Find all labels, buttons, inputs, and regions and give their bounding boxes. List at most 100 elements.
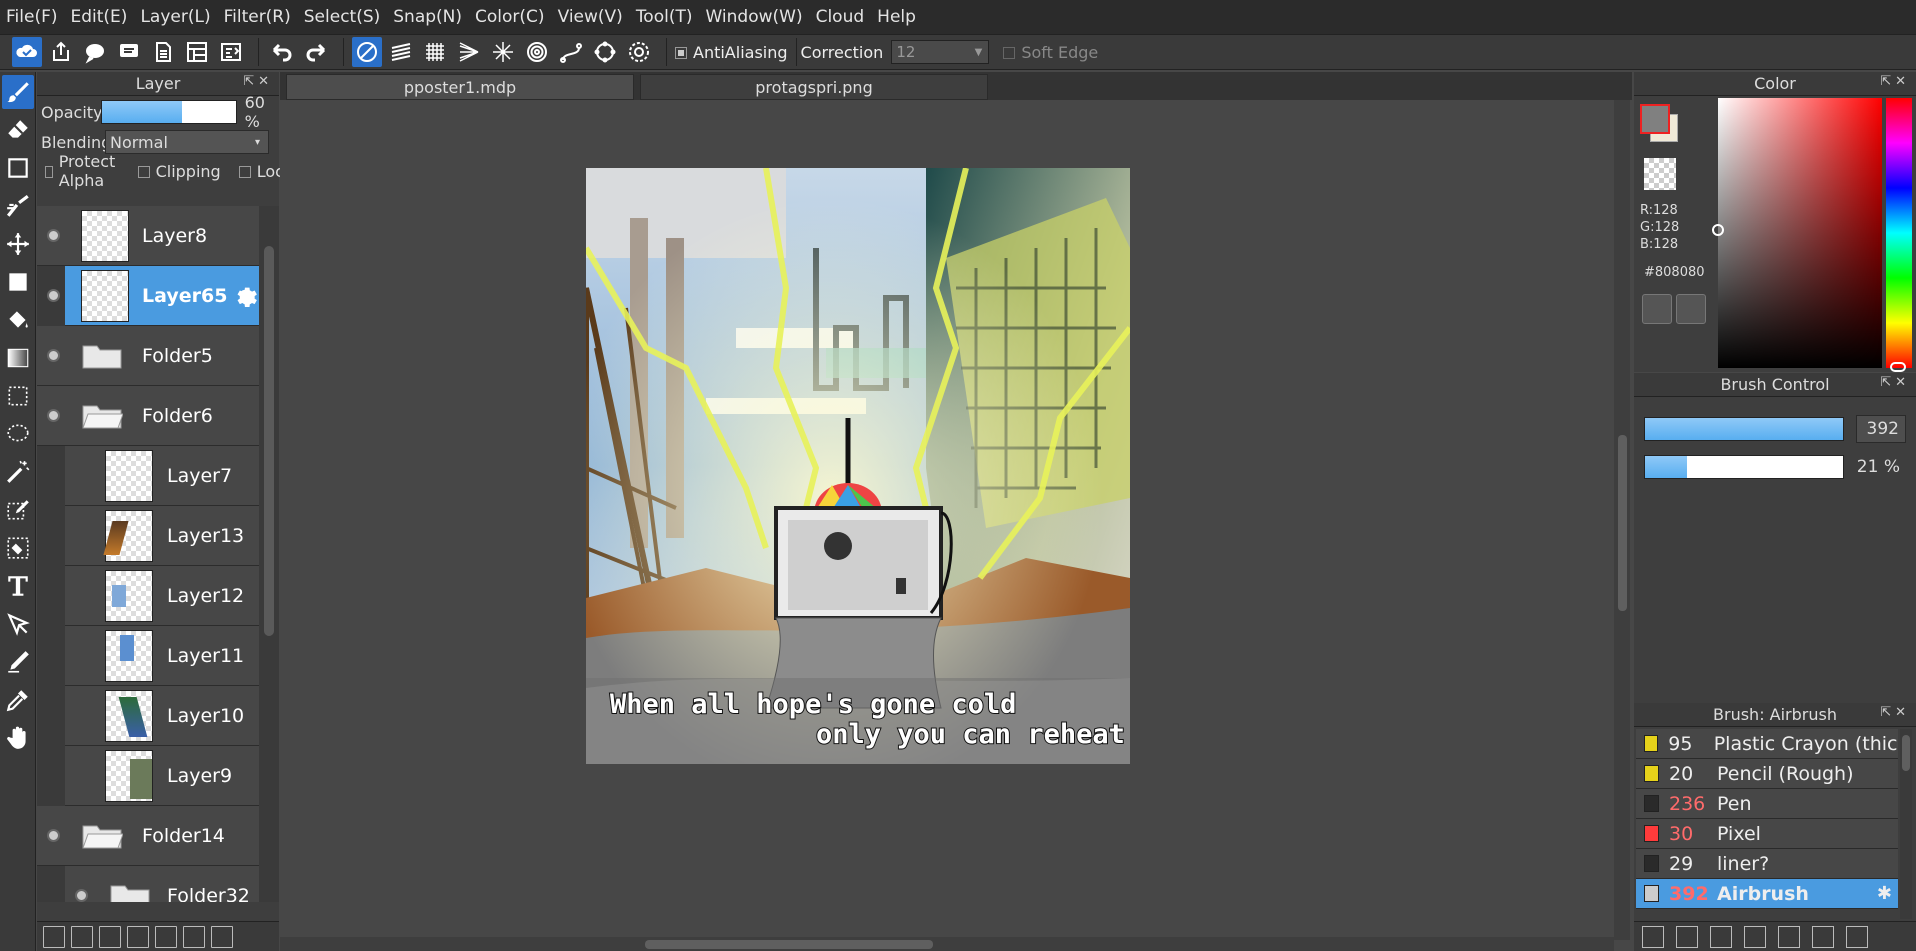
menu-view[interactable]: View(V) bbox=[558, 7, 623, 27]
protect-alpha-checkbox[interactable] bbox=[45, 166, 53, 178]
transparent-color-swatch[interactable] bbox=[1644, 158, 1676, 190]
layer-row[interactable]: Layer7 bbox=[65, 446, 259, 506]
fill-rect-tool-icon[interactable] bbox=[2, 265, 34, 299]
soft-edge-checkbox[interactable] bbox=[1003, 47, 1016, 59]
page-icon[interactable] bbox=[148, 37, 178, 67]
menu-help[interactable]: Help bbox=[877, 7, 916, 27]
menu-tool[interactable]: Tool(T) bbox=[636, 7, 693, 27]
visibility-icon[interactable] bbox=[47, 289, 60, 302]
script-brush-icon[interactable] bbox=[1744, 925, 1766, 948]
gear-icon[interactable]: ✱ bbox=[1877, 883, 1892, 904]
brush-item-selected[interactable]: 392 Airbrush ✱ bbox=[1636, 879, 1898, 909]
snap-off-icon[interactable] bbox=[352, 37, 382, 67]
operation-tool-icon[interactable] bbox=[2, 607, 34, 641]
tab-protagspri[interactable]: protagspri.png bbox=[640, 74, 988, 100]
layer-opacity-slider[interactable] bbox=[101, 100, 237, 124]
saturation-value-picker[interactable] bbox=[1712, 98, 1882, 368]
panel-close-icon[interactable]: ⇱✕ bbox=[1880, 375, 1910, 390]
menu-window[interactable]: Window(W) bbox=[705, 7, 802, 27]
ellipse-snap-icon[interactable] bbox=[590, 37, 620, 67]
magic-wand-tool-icon[interactable] bbox=[2, 455, 34, 489]
visibility-icon[interactable] bbox=[47, 229, 60, 242]
curve-snap-icon[interactable] bbox=[556, 37, 586, 67]
panel-close-icon[interactable]: ⇱✕ bbox=[1880, 705, 1910, 720]
radial-snap-icon[interactable] bbox=[488, 37, 518, 67]
line-tool-icon[interactable] bbox=[2, 189, 34, 223]
undo-icon[interactable] bbox=[267, 37, 297, 67]
select-eraser-tool-icon[interactable] bbox=[2, 531, 34, 565]
lasso-tool-icon[interactable] bbox=[2, 417, 34, 451]
layer-row[interactable]: Layer13 bbox=[65, 506, 259, 566]
layer-row[interactable]: Layer8 bbox=[37, 206, 259, 266]
palette-settings-icon[interactable] bbox=[1676, 294, 1706, 324]
layer-row[interactable]: Layer11 bbox=[65, 626, 259, 686]
grid-snap-icon[interactable] bbox=[420, 37, 450, 67]
visibility-icon[interactable] bbox=[47, 829, 60, 842]
brush-opacity-slider[interactable] bbox=[1644, 455, 1844, 479]
duplicate-brush-icon[interactable] bbox=[1812, 925, 1834, 948]
color-picker-cursor[interactable] bbox=[1712, 224, 1724, 236]
rect-select-tool-icon[interactable] bbox=[2, 379, 34, 413]
menu-filter[interactable]: Filter(R) bbox=[224, 7, 291, 27]
blending-select[interactable]: Normal ▾ bbox=[105, 130, 269, 154]
canvas-horizontal-scrollbar[interactable] bbox=[280, 937, 1614, 951]
merge-down-icon[interactable] bbox=[211, 925, 233, 948]
tab-pposter1[interactable]: pposter1.mdp bbox=[286, 74, 634, 100]
clipping-checkbox[interactable] bbox=[137, 166, 150, 178]
menu-color[interactable]: Color(C) bbox=[475, 7, 545, 27]
add-layer-menu-icon[interactable] bbox=[127, 925, 149, 948]
trash-icon[interactable] bbox=[1846, 925, 1868, 948]
brush-list-scrollbar[interactable] bbox=[1900, 729, 1912, 919]
layer-scrollbar[interactable] bbox=[259, 206, 279, 902]
new-1bit-layer-icon[interactable] bbox=[99, 925, 121, 948]
correction-select[interactable]: 12 ▼ bbox=[891, 40, 990, 64]
rectangle-tool-icon[interactable] bbox=[2, 151, 34, 185]
new-brush-icon[interactable] bbox=[1676, 925, 1698, 948]
concentric-snap-icon[interactable] bbox=[522, 37, 552, 67]
hand-tool-icon[interactable] bbox=[2, 721, 34, 755]
duplicate-layer-icon[interactable] bbox=[183, 925, 205, 948]
antialiasing-checkbox[interactable] bbox=[675, 47, 687, 59]
canvas-area[interactable]: pposter1.mdp protagspri.png When all hop… bbox=[280, 72, 1632, 951]
artwork-canvas[interactable]: When all hope's gone cold only you can r… bbox=[586, 168, 1130, 764]
brush-tool-icon[interactable] bbox=[1, 75, 34, 109]
layer-row-selected[interactable]: Layer65 bbox=[47, 266, 259, 326]
select-pen-tool-icon[interactable] bbox=[2, 493, 34, 527]
snap-settings-icon[interactable] bbox=[624, 37, 654, 67]
redo-icon[interactable] bbox=[301, 37, 331, 67]
new-folder-icon[interactable] bbox=[155, 925, 177, 948]
new-8bit-layer-icon[interactable] bbox=[71, 925, 93, 948]
cloud-check-icon[interactable] bbox=[12, 37, 42, 67]
folder-row[interactable]: Folder6 bbox=[37, 386, 259, 446]
menu-file[interactable]: File(F) bbox=[6, 7, 58, 27]
gear-icon[interactable] bbox=[233, 283, 259, 309]
folder-row[interactable]: Folder14 bbox=[37, 806, 259, 866]
brush-size-value[interactable]: 392 bbox=[1856, 415, 1906, 443]
panel-close-icon[interactable]: ⇱✕ bbox=[1880, 74, 1910, 89]
comment-icon[interactable] bbox=[114, 37, 144, 67]
pen-tool-icon[interactable] bbox=[2, 645, 34, 679]
lock-checkbox[interactable] bbox=[238, 166, 251, 178]
story-icon[interactable] bbox=[182, 37, 212, 67]
speech-bubble-icon[interactable] bbox=[80, 37, 110, 67]
parallel-snap-icon[interactable] bbox=[386, 37, 416, 67]
brush-size-slider[interactable] bbox=[1644, 417, 1844, 441]
folder-row[interactable]: Folder5 bbox=[37, 326, 259, 386]
menu-edit[interactable]: Edit(E) bbox=[71, 7, 128, 27]
cloud-download-icon[interactable] bbox=[1642, 925, 1664, 948]
text-tool-icon[interactable] bbox=[2, 569, 34, 603]
eyedropper-tool-icon[interactable] bbox=[2, 683, 34, 717]
visibility-icon[interactable] bbox=[75, 889, 88, 902]
move-tool-icon[interactable] bbox=[2, 227, 34, 261]
brush-item[interactable]: 236 Pen bbox=[1636, 789, 1898, 819]
vanishing-point-snap-icon[interactable] bbox=[454, 37, 484, 67]
layer-row[interactable]: Layer9 bbox=[65, 746, 259, 806]
layer-row[interactable]: Layer10 bbox=[65, 686, 259, 746]
visibility-icon[interactable] bbox=[47, 349, 60, 362]
brush-item[interactable]: 29 liner? bbox=[1636, 849, 1898, 879]
menu-select[interactable]: Select(S) bbox=[304, 7, 381, 27]
menu-cloud[interactable]: Cloud bbox=[816, 7, 865, 27]
foreground-color-swatch[interactable] bbox=[1640, 104, 1670, 134]
brush-folder-icon[interactable] bbox=[1778, 925, 1800, 948]
panel-layout-icon[interactable] bbox=[216, 37, 246, 67]
